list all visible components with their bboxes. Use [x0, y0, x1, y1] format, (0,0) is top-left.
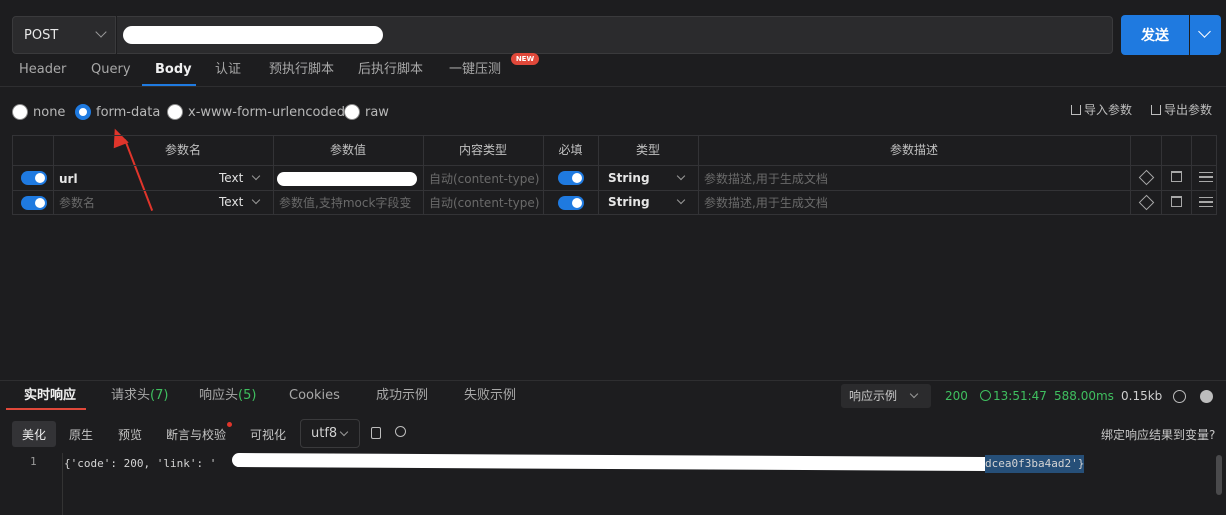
scrollbar[interactable] — [1216, 455, 1222, 495]
preview-button[interactable]: 预览 — [118, 422, 142, 448]
row-enabled-toggle[interactable] — [21, 196, 47, 210]
tab-auth[interactable]: 认证 — [215, 56, 241, 86]
send-button[interactable]: 发送 — [1121, 15, 1189, 55]
tab-fail-example[interactable]: 失败示例 — [464, 383, 516, 411]
send-dropdown-button[interactable] — [1190, 15, 1221, 55]
tab-realtime-response[interactable]: 实时响应 — [24, 383, 76, 411]
globe-icon[interactable] — [1173, 390, 1186, 403]
cube-icon[interactable] — [1138, 194, 1155, 211]
trash-icon[interactable] — [1171, 171, 1182, 182]
method-label: POST — [24, 27, 59, 43]
tab-body[interactable]: Body — [155, 56, 192, 86]
assert-button[interactable]: 断言与校验 — [166, 422, 226, 448]
tab-header[interactable]: Header — [19, 56, 66, 86]
required-toggle[interactable] — [558, 196, 584, 210]
radio-raw[interactable] — [344, 104, 360, 120]
field-type-select[interactable]: Text — [219, 190, 243, 214]
type-select[interactable]: String — [608, 190, 650, 214]
download-icon — [1071, 105, 1081, 115]
visualize-button[interactable]: 可视化 — [250, 422, 286, 448]
type-select[interactable]: String — [608, 166, 650, 190]
redacted-value — [277, 172, 417, 186]
tab-response-headers[interactable]: 响应头(5) — [199, 383, 256, 411]
beautify-button[interactable]: 美化 — [22, 422, 46, 448]
radio-form-data[interactable] — [75, 104, 91, 120]
tab-post-script[interactable]: 后执行脚本 — [358, 56, 423, 86]
col-header-type: 类型 — [635, 143, 660, 157]
drag-handle-icon[interactable] — [1199, 197, 1213, 207]
encoding-select[interactable]: utf8 — [300, 419, 360, 448]
col-header-required: 必填 — [558, 143, 583, 157]
example-select[interactable]: 响应示例 — [841, 384, 931, 408]
col-header-value: 参数值 — [329, 143, 366, 157]
row-enabled-toggle[interactable] — [21, 171, 47, 185]
chevron-down-icon — [251, 171, 261, 181]
col-header-content-type: 内容类型 — [458, 143, 507, 157]
status-code: 200 — [945, 389, 968, 403]
tab-cookies[interactable]: Cookies — [289, 383, 340, 411]
copy-icon[interactable] — [371, 427, 381, 439]
url-input[interactable] — [117, 16, 1113, 54]
import-params-button[interactable]: 导入参数 — [1071, 101, 1132, 119]
response-code-start: {'code': 200, 'link': ' — [64, 457, 217, 470]
chevron-down-icon — [676, 171, 686, 181]
col-header-desc: 参数描述 — [889, 143, 938, 157]
content-type-field[interactable]: 自动(content-type) — [429, 191, 539, 215]
radio-urlencoded[interactable] — [167, 104, 183, 120]
chevron-down-icon — [95, 26, 107, 38]
field-type-select[interactable]: Text — [219, 166, 243, 190]
divider — [0, 86, 1226, 87]
radio-none[interactable] — [12, 104, 28, 120]
clock-icon — [980, 390, 991, 401]
divider — [0, 380, 1226, 381]
trash-icon[interactable] — [1171, 196, 1182, 207]
cube-icon[interactable] — [1138, 169, 1155, 186]
tab-success-example[interactable]: 成功示例 — [376, 383, 428, 411]
chevron-down-icon — [676, 195, 686, 205]
search-icon[interactable] — [395, 426, 406, 437]
drag-handle-icon[interactable] — [1199, 172, 1213, 182]
param-name[interactable]: url — [59, 167, 78, 191]
bind-response-link[interactable]: 绑定响应结果到变量? — [1101, 422, 1215, 448]
tab-load-test[interactable]: 一键压测 — [449, 56, 501, 86]
response-time: 13:51:47 — [980, 386, 1047, 406]
active-tab-indicator — [6, 408, 86, 410]
radio-label-none: none — [33, 105, 66, 120]
chevron-down-icon — [909, 389, 919, 399]
radio-label-raw: raw — [365, 105, 389, 120]
radio-label-form-data: form-data — [96, 105, 161, 120]
radio-label-urlencoded: x-www-form-urlencoded — [188, 105, 346, 120]
required-toggle[interactable] — [558, 171, 584, 185]
method-select[interactable]: POST — [12, 16, 116, 54]
tab-pre-script[interactable]: 预执行脚本 — [269, 56, 334, 86]
download-icon[interactable] — [1200, 390, 1213, 403]
new-badge: NEW — [511, 53, 539, 65]
upload-icon — [1151, 105, 1161, 115]
params-table: 参数名 参数值 内容类型 必填 类型 参数描述 url Text 自动(cont… — [12, 135, 1217, 215]
param-name[interactable]: 参数名 — [59, 191, 95, 215]
desc-field[interactable]: 参数描述,用于生成文档 — [704, 167, 828, 191]
chevron-down-icon — [251, 195, 261, 205]
tab-request-headers[interactable]: 请求头(7) — [111, 383, 168, 411]
desc-field[interactable]: 参数描述,用于生成文档 — [704, 191, 828, 215]
response-duration: 588.00ms — [1054, 389, 1114, 403]
chevron-down-icon — [1198, 25, 1211, 38]
response-code-end: dcea0f3ba4ad2'} — [985, 455, 1085, 473]
raw-button[interactable]: 原生 — [69, 422, 93, 448]
export-params-button[interactable]: 导出参数 — [1151, 101, 1212, 119]
content-type-field[interactable]: 自动(content-type) — [429, 167, 539, 191]
line-number: 1 — [30, 455, 37, 468]
value-field[interactable]: 参数值,支持mock字段变 — [279, 191, 411, 215]
notification-dot — [227, 422, 232, 427]
tab-query[interactable]: Query — [91, 56, 131, 86]
chevron-down-icon — [339, 427, 349, 437]
response-size: 0.15kb — [1121, 389, 1163, 403]
redacted-url — [123, 26, 383, 44]
